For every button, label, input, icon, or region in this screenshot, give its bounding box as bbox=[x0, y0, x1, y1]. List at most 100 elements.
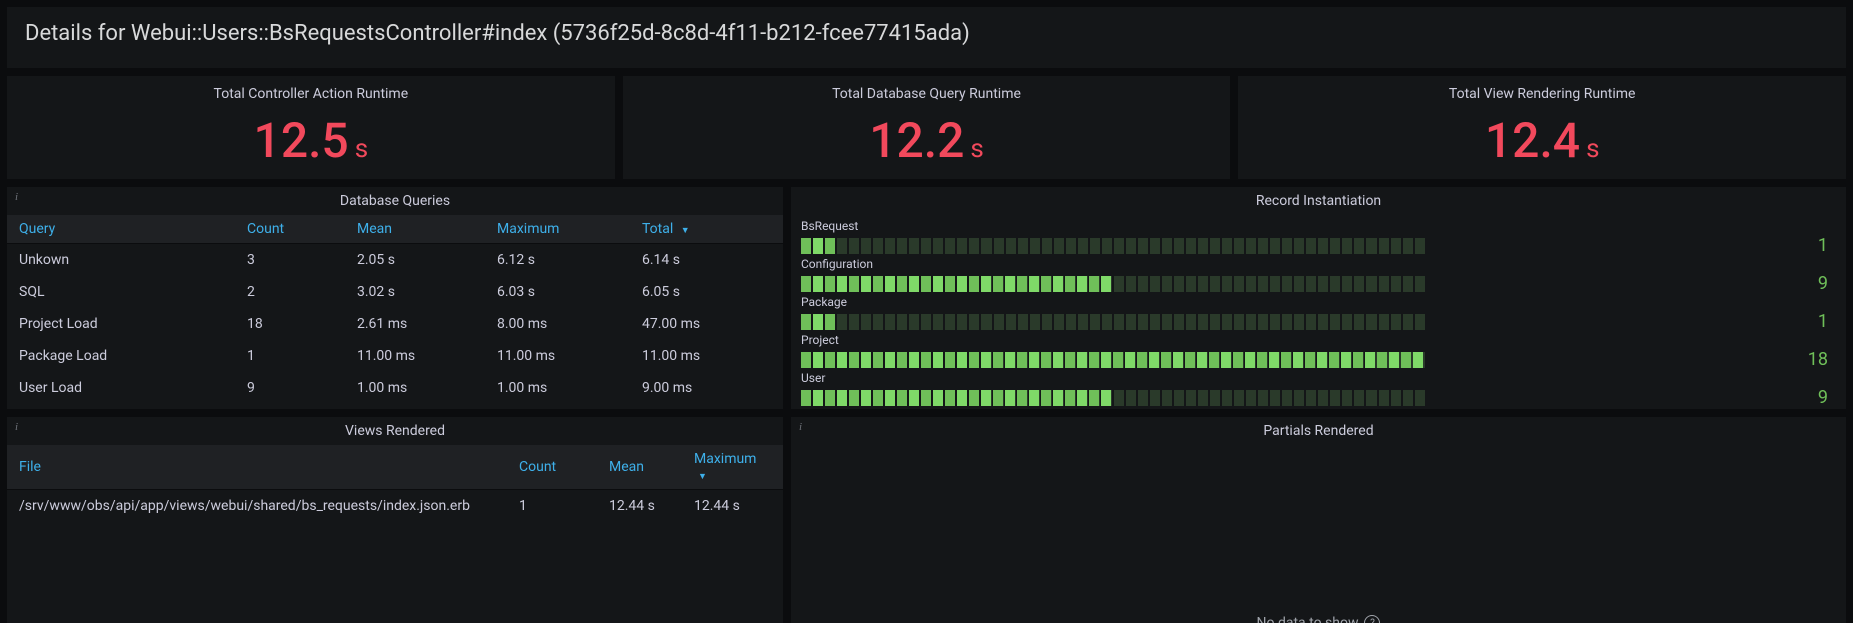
record-value: 9 bbox=[1788, 273, 1828, 294]
page-title: Details for Webui::Users::BsRequestsCont… bbox=[25, 21, 1828, 46]
cell-total: 9.00 ms bbox=[630, 404, 783, 409]
cell-query: Project Load bbox=[7, 308, 235, 340]
stat-value: 12.5 s bbox=[7, 112, 615, 169]
record-bar-track bbox=[801, 238, 1425, 254]
db-queries-table: Query Count Mean Maximum Total ▼ Unkown3… bbox=[7, 215, 783, 409]
stat-row: Total Controller Action Runtime 12.5 s T… bbox=[6, 75, 1847, 180]
table-row[interactable]: /srv/www/obs/api/app/views/webui/shared/… bbox=[7, 490, 783, 523]
panel-title: Partials Rendered bbox=[791, 417, 1846, 445]
cell-count: 9 bbox=[235, 372, 345, 404]
record-bars: BsRequest1Configuration9Package1Project1… bbox=[791, 215, 1846, 412]
record-bar-track bbox=[801, 352, 1425, 368]
db-queries-panel: i Database Queries Query Count Mean Maxi… bbox=[6, 186, 784, 410]
record-bar-line: 1 bbox=[801, 311, 1828, 332]
col-file[interactable]: File bbox=[7, 445, 507, 490]
col-max-label: Maximum bbox=[694, 451, 756, 467]
record-row: Project 18 bbox=[801, 333, 1828, 370]
cell-query: Configuration Load bbox=[7, 404, 235, 409]
help-icon[interactable]: ? bbox=[1364, 615, 1380, 623]
cell-count: 1 bbox=[507, 490, 597, 523]
cell-total: 6.14 s bbox=[630, 244, 783, 277]
views-rendered-panel: i Views Rendered File Count Mean Maximum… bbox=[6, 416, 784, 623]
col-maximum[interactable]: Maximum ▼ bbox=[682, 445, 783, 490]
cell-mean: 2.61 ms bbox=[345, 308, 485, 340]
no-data-text: No data to show bbox=[1257, 615, 1359, 623]
cell-count: 18 bbox=[235, 308, 345, 340]
cell-count: 1 bbox=[235, 340, 345, 372]
table-row[interactable]: User Load91.00 ms1.00 ms9.00 ms bbox=[7, 372, 783, 404]
info-icon[interactable]: i bbox=[799, 421, 802, 433]
col-count[interactable]: Count bbox=[235, 215, 345, 244]
cell-count: 9 bbox=[235, 404, 345, 409]
cell-count: 2 bbox=[235, 276, 345, 308]
cell-max: 1.00 ms bbox=[485, 372, 630, 404]
db-table-scroll[interactable]: Query Count Mean Maximum Total ▼ Unkown3… bbox=[7, 215, 783, 409]
stat-db-runtime: Total Database Query Runtime 12.2 s bbox=[622, 75, 1232, 180]
col-count[interactable]: Count bbox=[507, 445, 597, 490]
record-bar-track bbox=[801, 314, 1425, 330]
title-panel: Details for Webui::Users::BsRequestsCont… bbox=[6, 6, 1847, 69]
stat-value: 12.4 s bbox=[1238, 112, 1846, 169]
record-label: Configuration bbox=[801, 257, 1828, 271]
mid-row: i Database Queries Query Count Mean Maxi… bbox=[6, 186, 1847, 410]
record-label: Package bbox=[801, 295, 1828, 309]
cell-total: 9.00 ms bbox=[630, 372, 783, 404]
table-row[interactable]: Project Load182.61 ms8.00 ms47.00 ms bbox=[7, 308, 783, 340]
table-row[interactable]: SQL23.02 s6.03 s6.05 s bbox=[7, 276, 783, 308]
panel-title: Database Queries bbox=[7, 187, 783, 215]
record-row: BsRequest1 bbox=[801, 219, 1828, 256]
record-value: 9 bbox=[1788, 387, 1828, 408]
cell-query: User Load bbox=[7, 372, 235, 404]
record-row: Configuration 9 bbox=[801, 257, 1828, 294]
cell-file: /srv/www/obs/api/app/views/webui/shared/… bbox=[7, 490, 507, 523]
record-bar-line: 9 bbox=[801, 273, 1828, 294]
stat-unit: s bbox=[1586, 134, 1599, 164]
partials-rendered-panel: i Partials Rendered No data to show ? bbox=[790, 416, 1847, 623]
table-row[interactable]: Unkown32.05 s6.12 s6.14 s bbox=[7, 244, 783, 277]
record-label: BsRequest bbox=[801, 219, 1828, 233]
col-query[interactable]: Query bbox=[7, 215, 235, 244]
stat-label: Total View Rendering Runtime bbox=[1238, 86, 1846, 102]
record-row: User 9 bbox=[801, 371, 1828, 408]
info-icon[interactable]: i bbox=[15, 191, 18, 203]
cell-max: 6.03 s bbox=[485, 276, 630, 308]
cell-max: 8.00 ms bbox=[485, 308, 630, 340]
cell-total: 47.00 ms bbox=[630, 308, 783, 340]
table-row[interactable]: Configuration Load91.00 ms1.00 ms9.00 ms bbox=[7, 404, 783, 409]
record-bar-line: 9 bbox=[801, 387, 1828, 408]
stat-number: 12.4 bbox=[1485, 112, 1580, 169]
record-bar-track bbox=[801, 276, 1425, 292]
cell-max: 11.00 ms bbox=[485, 340, 630, 372]
cell-mean: 2.05 s bbox=[345, 244, 485, 277]
record-label: User bbox=[801, 371, 1828, 385]
record-value: 18 bbox=[1788, 349, 1828, 370]
record-bar-line: 18 bbox=[801, 349, 1828, 370]
col-mean[interactable]: Mean bbox=[597, 445, 682, 490]
sort-desc-icon: ▼ bbox=[698, 472, 707, 482]
record-label: Project bbox=[801, 333, 1828, 347]
record-bar-track bbox=[801, 390, 1425, 406]
col-mean[interactable]: Mean bbox=[345, 215, 485, 244]
dashboard-page: Details for Webui::Users::BsRequestsCont… bbox=[0, 0, 1853, 623]
panel-title: Views Rendered bbox=[7, 417, 783, 445]
cell-mean: 1.00 ms bbox=[345, 372, 485, 404]
stat-controller-runtime: Total Controller Action Runtime 12.5 s bbox=[6, 75, 616, 180]
stat-number: 12.2 bbox=[869, 112, 964, 169]
table-row[interactable]: Package Load111.00 ms11.00 ms11.00 ms bbox=[7, 340, 783, 372]
bottom-row: i Views Rendered File Count Mean Maximum… bbox=[6, 416, 1847, 623]
record-value: 1 bbox=[1788, 311, 1828, 332]
info-icon[interactable]: i bbox=[15, 421, 18, 433]
cell-query: Unkown bbox=[7, 244, 235, 277]
cell-max: 1.00 ms bbox=[485, 404, 630, 409]
no-data-message: No data to show ? bbox=[791, 445, 1846, 623]
col-total[interactable]: Total ▼ bbox=[630, 215, 783, 244]
cell-query: SQL bbox=[7, 276, 235, 308]
stat-label: Total Database Query Runtime bbox=[623, 86, 1231, 102]
cell-mean: 11.00 ms bbox=[345, 340, 485, 372]
cell-mean: 12.44 s bbox=[597, 490, 682, 523]
views-rendered-table: File Count Mean Maximum ▼ /srv/www/obs/a… bbox=[7, 445, 783, 522]
cell-max: 12.44 s bbox=[682, 490, 783, 523]
stat-label: Total Controller Action Runtime bbox=[7, 86, 615, 102]
col-maximum[interactable]: Maximum bbox=[485, 215, 630, 244]
record-row: Package 1 bbox=[801, 295, 1828, 332]
